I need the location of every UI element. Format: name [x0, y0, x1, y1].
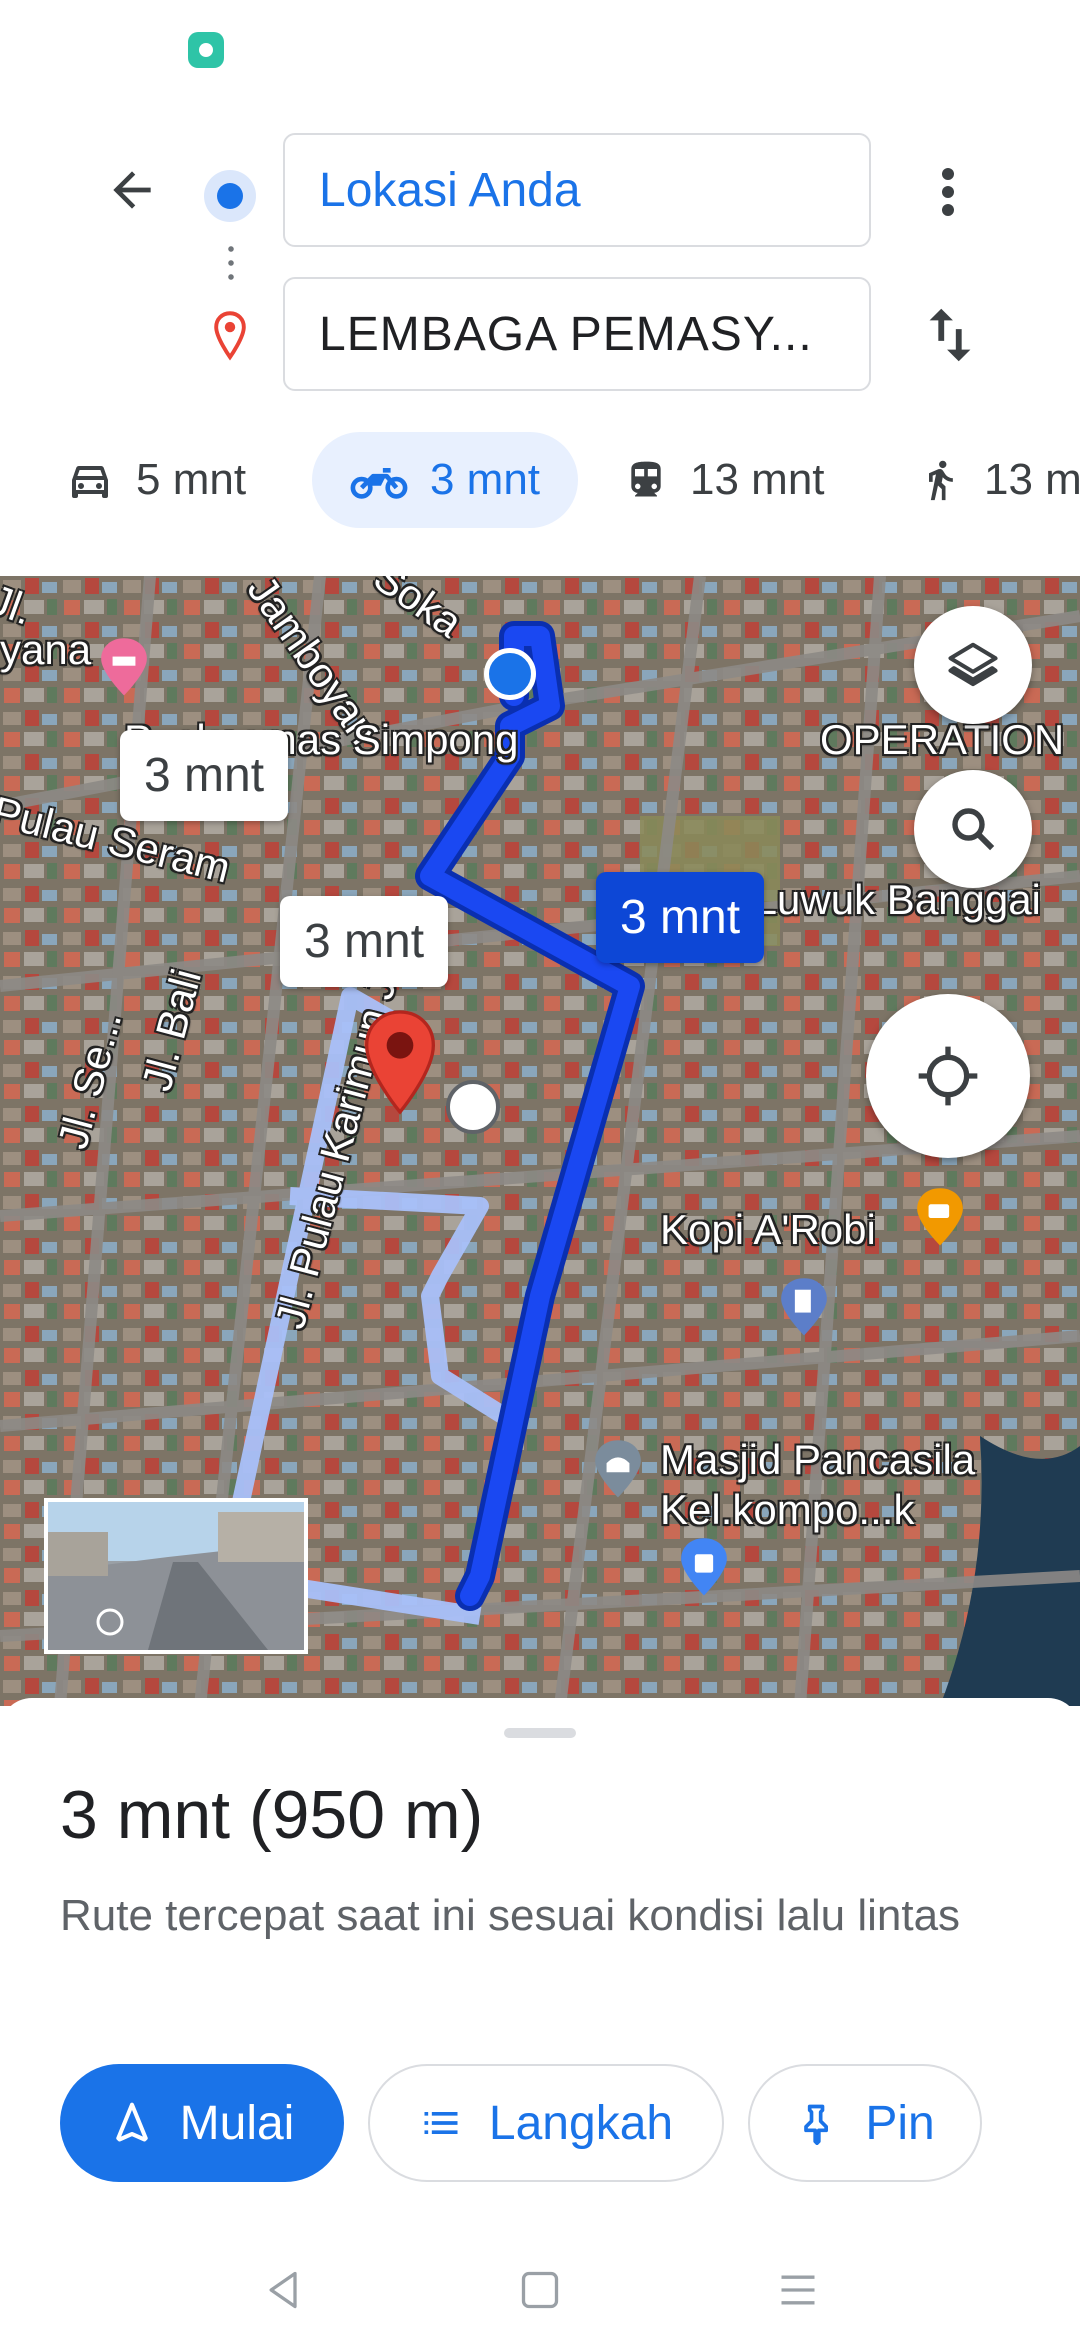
mode-transit-time: 13 mnt [690, 455, 825, 504]
mode-car-time: 5 mnt [136, 455, 247, 504]
destination-marker-icon [364, 1010, 436, 1115]
alt-route-time-callout[interactable]: 3 mnt [120, 730, 289, 821]
street-view-thumbnail[interactable] [44, 1498, 308, 1654]
transit-icon [631, 461, 661, 497]
mode-motorcycle-time: 3 mnt [429, 455, 541, 504]
navigation-arrow-icon [115, 2102, 148, 2142]
steps-button-label: Langkah [488, 2096, 674, 2150]
more-vert-icon [942, 168, 954, 216]
origin-input[interactable]: Lokasi Anda [283, 133, 871, 247]
mode-transit-tab[interactable]: 13 mnt [624, 432, 825, 528]
route-summary: 3 mnt (950 m) [60, 1777, 484, 1853]
street-view-image [48, 1512, 304, 1650]
primary-route-time-callout[interactable]: 3 mnt [596, 872, 765, 963]
walk-icon [929, 460, 953, 501]
cafe-marker-icon [917, 1188, 963, 1246]
system-navigation-bar [0, 2240, 1080, 2340]
place-label: OPERATION [820, 716, 1065, 763]
shopping-marker-icon [681, 1538, 727, 1596]
route-description: Rute tercepat saat ini sesuai kondisi la… [60, 1891, 961, 1940]
start-button-label: Mulai [179, 2096, 295, 2150]
nav-menu-icon[interactable] [776, 2268, 820, 2312]
place-label: Kel.kompo...k [660, 1486, 915, 1533]
nav-back-icon[interactable] [262, 2266, 306, 2314]
layers-icon [948, 642, 998, 687]
pin-icon [804, 2104, 829, 2145]
place-label: Kopi A'Robi [660, 1206, 876, 1253]
swap-locations-button[interactable] [915, 300, 985, 370]
my-location-button[interactable] [866, 994, 1030, 1158]
pin-button-label: Pin [865, 2096, 935, 2150]
sheet-drag-handle[interactable] [504, 1728, 576, 1738]
travel-mode-tabs: 5 mnt 3 mnt 13 mnt 13 mnt [0, 432, 1080, 532]
gas-station-marker-icon [781, 1278, 827, 1336]
list-icon [424, 2112, 458, 2134]
swap-vert-icon [929, 308, 971, 362]
my-location-icon [918, 1046, 978, 1106]
place-label: Masjid Pancasila [660, 1436, 976, 1483]
origin-location-icon [204, 170, 256, 222]
car-icon [72, 466, 108, 498]
motorcycle-icon [350, 468, 408, 499]
destination-pin-icon [214, 311, 246, 361]
current-location-marker [484, 648, 536, 700]
pin-button[interactable]: Pin [748, 2064, 982, 2182]
map-layers-button[interactable] [914, 606, 1032, 724]
nav-home-icon[interactable] [518, 2268, 562, 2312]
hotel-marker-icon [101, 638, 147, 696]
mode-walk-tab[interactable]: 13 mnt [918, 432, 1080, 528]
mode-walk-time: 13 mnt [984, 455, 1080, 504]
route-end-marker [446, 1080, 500, 1134]
alt-route-time-callout[interactable]: 3 mnt [280, 896, 449, 987]
back-button[interactable] [96, 154, 168, 226]
map-search-button[interactable] [914, 770, 1032, 888]
search-icon [952, 808, 995, 851]
more-options-button[interactable] [920, 150, 980, 230]
start-navigation-button[interactable]: Mulai [60, 2064, 344, 2182]
place-label: yana [0, 626, 92, 673]
mode-car-tab[interactable]: 5 mnt [66, 432, 246, 528]
mode-motorcycle-tab[interactable]: 3 mnt [312, 432, 578, 528]
mosque-marker-icon [595, 1440, 641, 1498]
destination-input[interactable]: LEMBAGA PEMASY... [283, 277, 871, 391]
route-connector-dots [228, 242, 234, 286]
notification-app-icon [188, 32, 224, 68]
steps-button[interactable]: Langkah [368, 2064, 724, 2182]
arrow-back-icon [113, 171, 151, 209]
